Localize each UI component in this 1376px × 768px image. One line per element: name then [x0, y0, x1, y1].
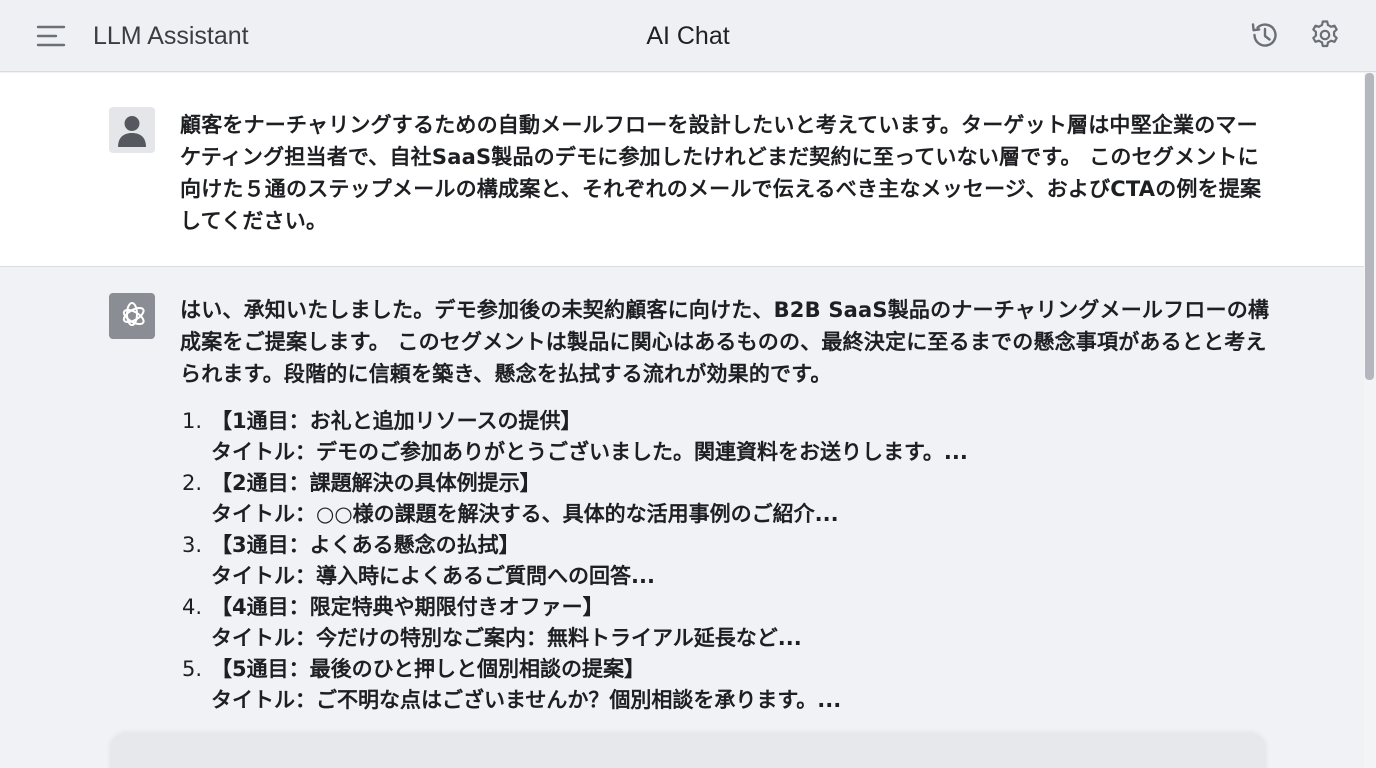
- app-name: LLM Assistant: [93, 22, 249, 50]
- step-heading: 【5通目：最後のひと押しと個別相談の提案】: [211, 657, 645, 681]
- step-subject: タイトル：ご不明な点はございませんか？個別相談を承ります。...: [211, 688, 842, 712]
- step-subject: タイトル：今だけの特別なご案内：無料トライアル延長など...: [211, 626, 802, 650]
- step-number: 2.: [182, 471, 203, 495]
- user-icon: [118, 116, 146, 147]
- top-bar: LLM Assistant AI Chat: [0, 0, 1376, 72]
- settings-button[interactable]: [1306, 16, 1344, 54]
- step-subject: タイトル：導入時によくあるご質問への回答...: [211, 564, 655, 588]
- step-subject: タイトル：デモのご参加ありがとうございました。関連資料をお送りします。...: [211, 440, 968, 464]
- step-heading: 【1通目：お礼と追加リソースの提供】: [211, 409, 582, 433]
- step-number: 3.: [182, 533, 203, 557]
- scrollbar-thumb[interactable]: [1365, 73, 1374, 380]
- settings-icon: [1312, 20, 1338, 48]
- step-number: 4.: [182, 595, 203, 619]
- email-step-5: 5. 【5通目：最後のひと押しと個別相談の提案】 タイトル：ご不明な点はございま…: [182, 654, 1182, 716]
- step-subject: タイトル：○○様の課題を解決する、具体的な活用事例のご紹介...: [211, 502, 839, 526]
- email-step-3: 3. 【3通目：よくある懸念の払拭】 タイトル：導入時によくあるご質問への回答.…: [182, 530, 1182, 592]
- step-number: 5.: [182, 657, 203, 681]
- history-button[interactable]: [1245, 16, 1283, 54]
- email-step-2: 2. 【2通目：課題解決の具体例提示】 タイトル：○○様の課題を解決する、具体的…: [182, 468, 1182, 530]
- message-composer[interactable]: [110, 733, 1266, 768]
- user-avatar: [109, 107, 155, 153]
- step-heading: 【2通目：課題解決の具体例提示】: [211, 471, 541, 495]
- page-title: AI Chat: [646, 22, 730, 50]
- step-heading: 【4通目：限定特典や期限付きオファー】: [211, 595, 604, 619]
- email-step-1: 1. 【1通目：お礼と追加リソースの提供】 タイトル：デモのご参加ありがとうござ…: [182, 406, 1182, 468]
- assistant-intro-text: はい、承知いたしました。デモ参加後の未契約顧客に向けた、B2B SaaS製品のナ…: [180, 298, 1270, 386]
- menu-button[interactable]: [34, 22, 68, 50]
- step-heading: 【3通目：よくある懸念の払拭】: [211, 533, 520, 557]
- menu-icon: [36, 25, 66, 47]
- assistant-avatar: [109, 293, 155, 339]
- user-message: 顧客をナーチャリングするための自動メールフローを設計したいと考えています。ターゲ…: [0, 73, 1364, 267]
- openai-logo-icon: [122, 302, 145, 326]
- history-icon: [1251, 23, 1277, 47]
- user-message-text: 顧客をナーチャリングするための自動メールフローを設計したいと考えています。ターゲ…: [180, 113, 1262, 233]
- assistant-message: はい、承知いたしました。デモ参加後の未契約顧客に向けた、B2B SaaS製品のナ…: [0, 268, 1364, 768]
- step-number: 1.: [182, 409, 203, 433]
- email-step-4: 4. 【4通目：限定特典や期限付きオファー】 タイトル：今だけの特別なご案内：無…: [182, 592, 1182, 654]
- email-step-list: 1. 【1通目：お礼と追加リソースの提供】 タイトル：デモのご参加ありがとうござ…: [182, 406, 1182, 716]
